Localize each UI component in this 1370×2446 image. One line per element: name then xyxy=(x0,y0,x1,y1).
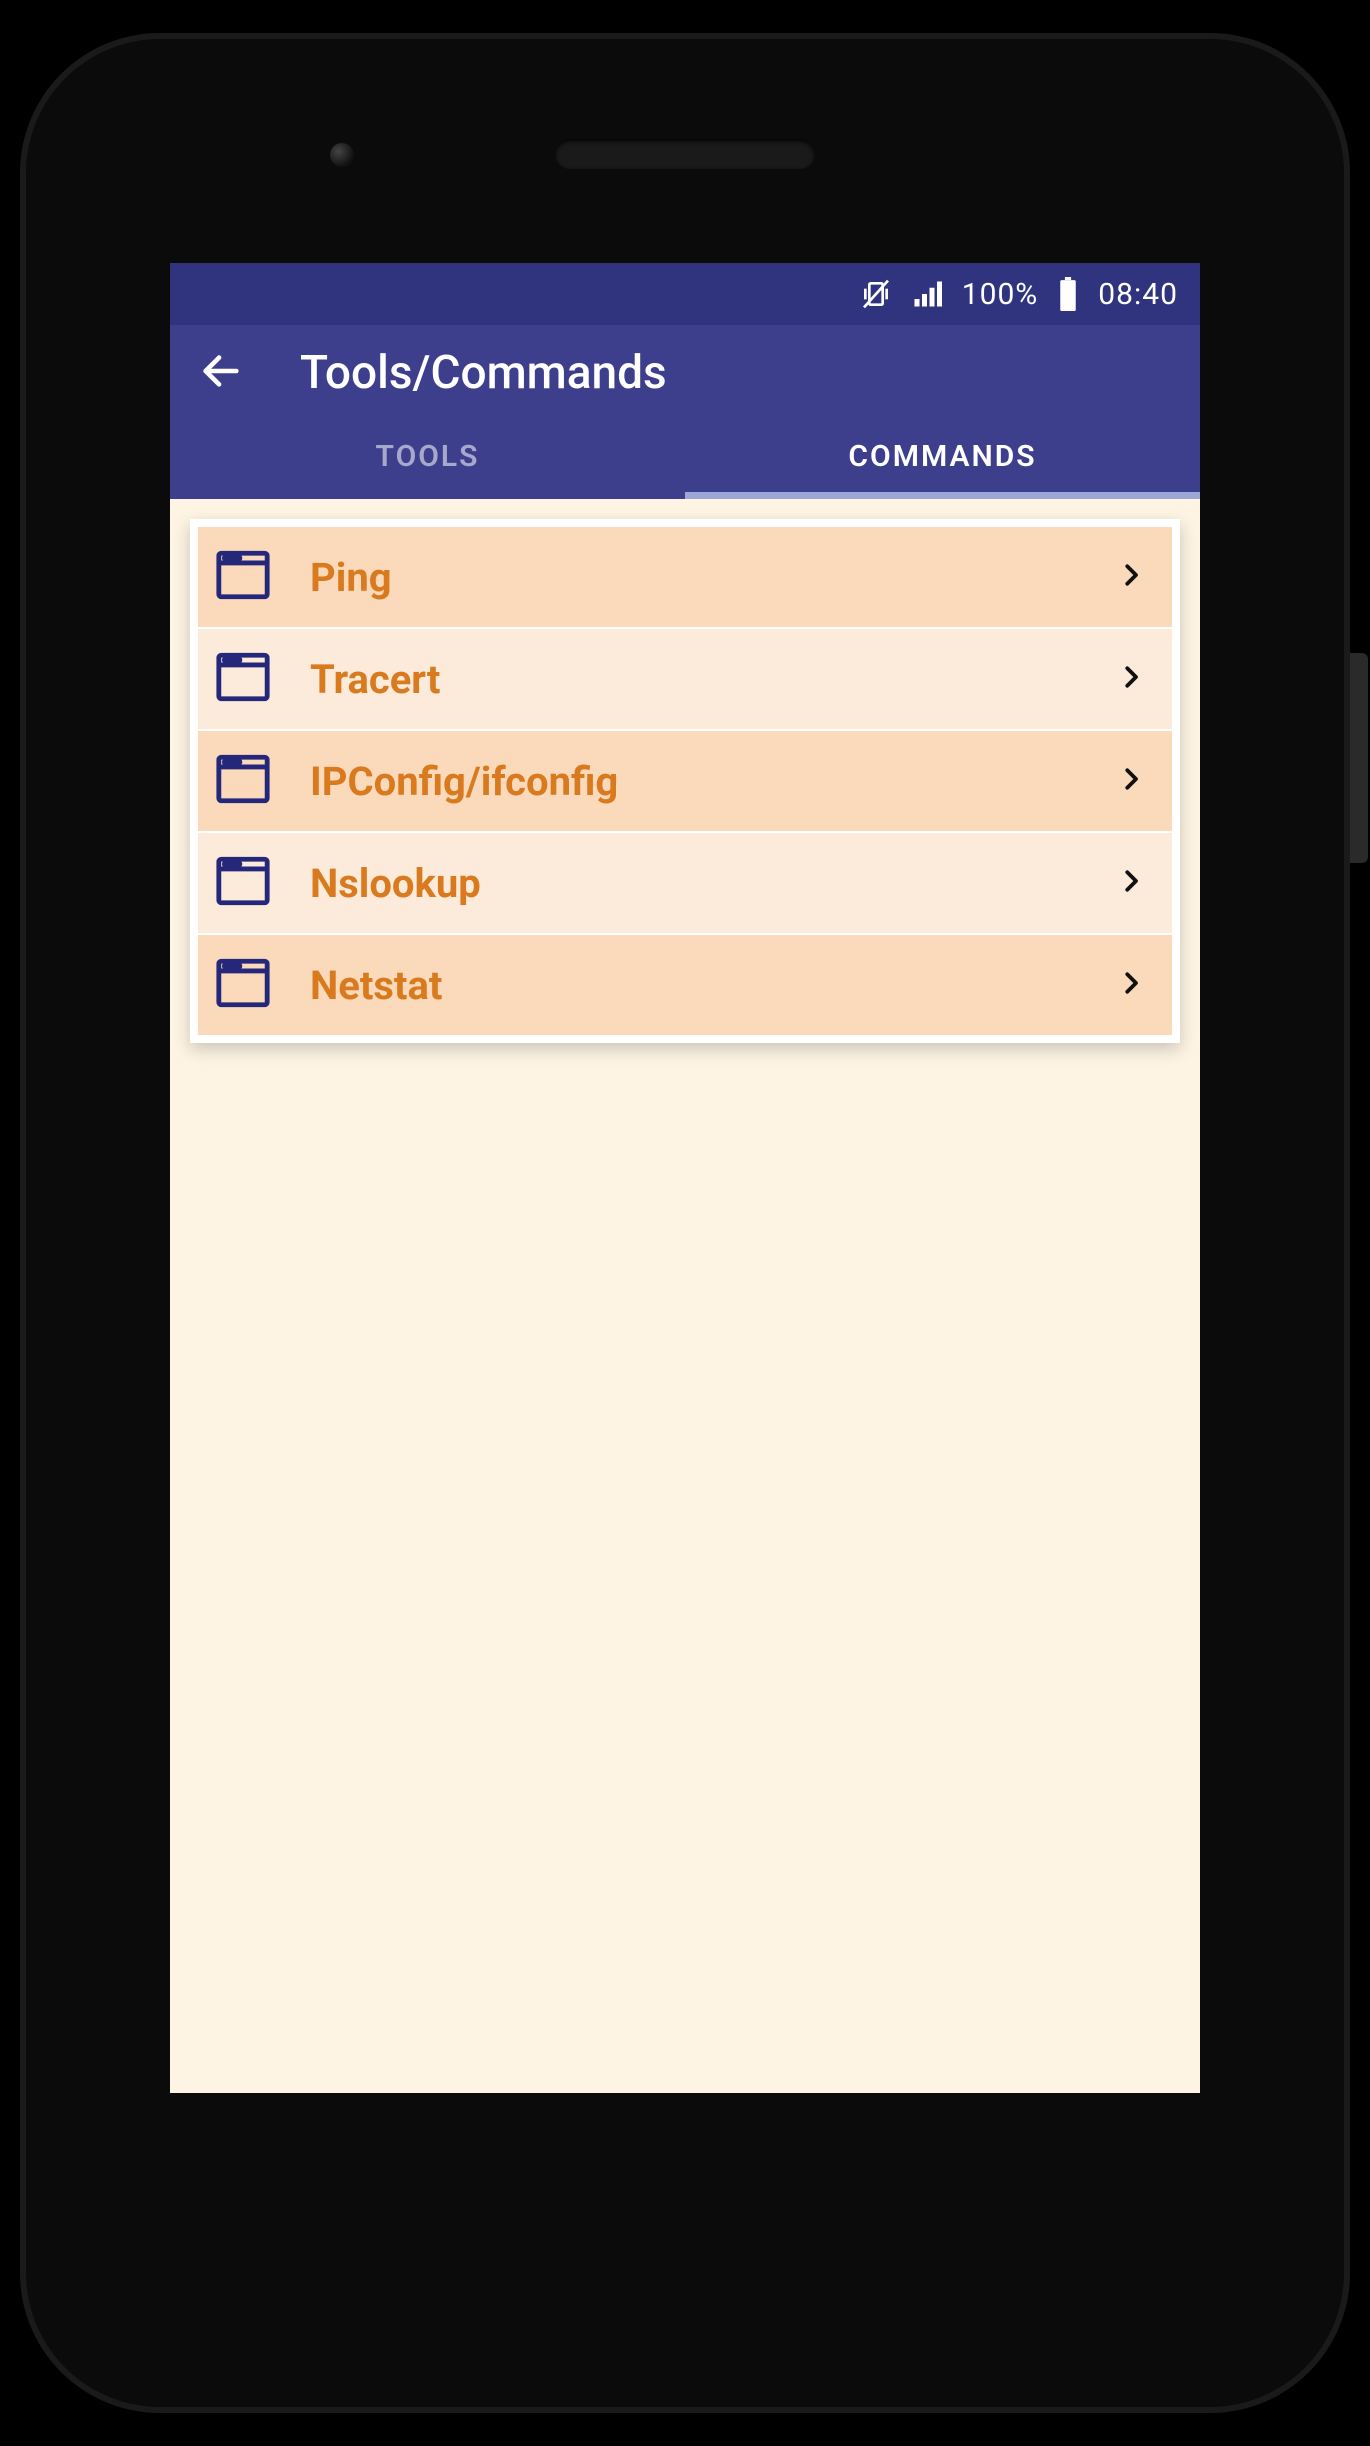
chevron-right-icon xyxy=(1116,866,1146,900)
list-item-ping[interactable]: Ping xyxy=(198,527,1172,627)
terminal-icon xyxy=(214,546,272,608)
list-item-nslookup[interactable]: Nslookup xyxy=(198,833,1172,933)
list-item-label: IPConfig/ifconfig xyxy=(310,758,1116,805)
back-button[interactable] xyxy=(198,348,244,398)
battery-percent: 100% xyxy=(962,277,1039,312)
list-item-label: Nslookup xyxy=(310,860,1116,907)
list-item-netstat[interactable]: Netstat xyxy=(198,935,1172,1035)
terminal-icon xyxy=(214,954,272,1016)
screen: 100% 08:40 Tools/Commands TOOLS xyxy=(170,263,1200,2093)
list-item-ipconfig[interactable]: IPConfig/ifconfig xyxy=(198,731,1172,831)
battery-icon xyxy=(1058,277,1078,311)
terminal-icon xyxy=(214,648,272,710)
phone-frame: 100% 08:40 Tools/Commands TOOLS xyxy=(20,33,1350,2413)
power-button xyxy=(1350,653,1368,863)
list-item-tracert[interactable]: Tracert xyxy=(198,629,1172,729)
content-area: Ping Tracert xyxy=(170,499,1200,1043)
tab-bar: TOOLS COMMANDS xyxy=(170,421,1200,499)
page-title: Tools/Commands xyxy=(300,346,667,400)
status-bar: 100% 08:40 xyxy=(170,263,1200,325)
app-bar: Tools/Commands xyxy=(170,325,1200,421)
chevron-right-icon xyxy=(1116,968,1146,1002)
chevron-right-icon xyxy=(1116,560,1146,594)
tab-label: COMMANDS xyxy=(848,439,1036,474)
list-item-label: Ping xyxy=(310,554,1116,601)
speaker-grill xyxy=(555,139,815,169)
tab-tools[interactable]: TOOLS xyxy=(170,421,685,499)
command-list: Ping Tracert xyxy=(190,519,1180,1043)
vibrate-icon xyxy=(860,278,892,310)
list-item-label: Tracert xyxy=(310,656,1116,703)
tab-label: TOOLS xyxy=(376,439,480,474)
list-item-label: Netstat xyxy=(310,962,1116,1009)
clock: 08:40 xyxy=(1098,277,1178,312)
terminal-icon xyxy=(214,852,272,914)
signal-icon xyxy=(912,279,942,309)
camera-dot xyxy=(330,143,354,167)
chevron-right-icon xyxy=(1116,662,1146,696)
tab-commands[interactable]: COMMANDS xyxy=(685,421,1200,499)
terminal-icon xyxy=(214,750,272,812)
chevron-right-icon xyxy=(1116,764,1146,798)
